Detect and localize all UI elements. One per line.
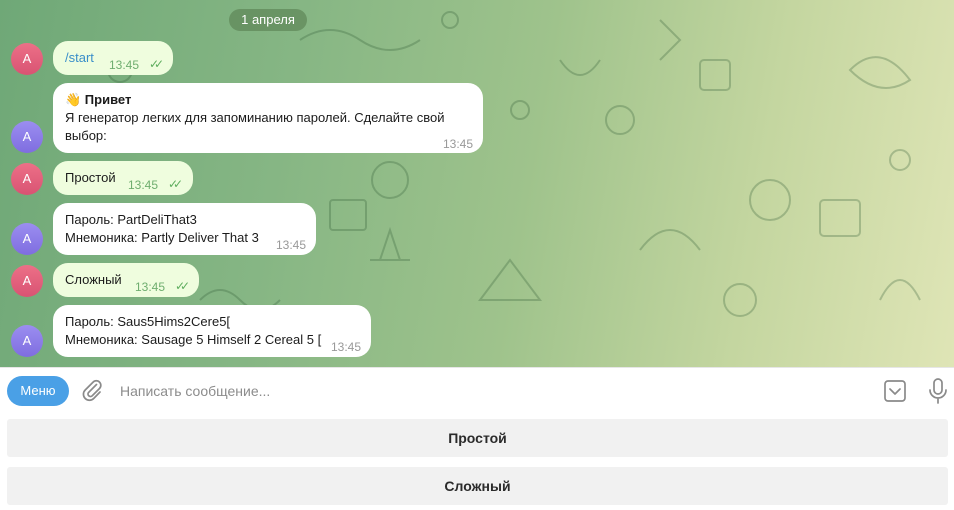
command-link[interactable]: /start: [65, 50, 94, 65]
double-check-icon: ✓✓: [168, 177, 183, 191]
message-bubble-incoming[interactable]: Пароль: Saus5Hims2Cere5[ Мнемоника: Saus…: [53, 305, 371, 357]
message-line: выбор:: [65, 128, 107, 143]
message-composer: Меню: [0, 367, 954, 413]
avatar[interactable]: A: [11, 265, 43, 297]
message-bubble-outgoing[interactable]: Простой 13:45 ✓✓: [53, 161, 193, 195]
bot-keyboard-icon[interactable]: [883, 379, 907, 403]
password-line: Пароль: PartDeliThat3: [65, 212, 197, 227]
message-text: Простой: [65, 170, 116, 185]
message-input[interactable]: [118, 377, 862, 405]
message-bubble-outgoing[interactable]: /start 13:45 ✓✓: [53, 41, 173, 75]
message-bubble-incoming[interactable]: Пароль: PartDeliThat3 Мнемоника: Partly …: [53, 203, 316, 255]
mnemonic-line: Мнемоника: Partly Deliver That 3: [65, 230, 259, 245]
mnemonic-line: Мнемоника: Sausage 5 Himself 2 Cereal 5 …: [65, 332, 322, 347]
keyboard-button-simple[interactable]: Простой: [7, 419, 948, 457]
message-time: 13:45: [109, 58, 140, 72]
message-line: Я генератор легких для запоминанию парол…: [65, 110, 445, 125]
avatar[interactable]: A: [11, 163, 43, 195]
double-check-icon: ✓✓: [149, 57, 164, 71]
password-line: Пароль: Saus5Hims2Cere5[: [65, 314, 231, 329]
microphone-icon[interactable]: [928, 378, 948, 404]
message-bubble-incoming[interactable]: 👋 Привет Я генератор легких для запомина…: [53, 83, 483, 153]
avatar[interactable]: A: [11, 223, 43, 255]
paperclip-icon[interactable]: [80, 378, 104, 402]
avatar[interactable]: A: [11, 325, 43, 357]
message-text: Сложный: [65, 272, 122, 287]
avatar[interactable]: A: [11, 121, 43, 153]
avatar[interactable]: A: [11, 43, 43, 75]
menu-button[interactable]: Меню: [7, 376, 69, 406]
keyboard-button-complex[interactable]: Сложный: [7, 467, 948, 505]
message-time: 13:45: [276, 238, 307, 252]
message-time: 13:45: [331, 340, 362, 354]
message-title: 👋 Привет: [65, 92, 132, 107]
double-check-icon: ✓✓: [175, 279, 190, 293]
message-time: 13:45: [135, 280, 166, 294]
date-separator: 1 апреля: [229, 9, 307, 31]
chat-area: 1 апреля A /start 13:45 ✓✓ A 👋 Привет Я …: [0, 0, 954, 367]
message-time: 13:45: [128, 178, 159, 192]
message-time: 13:45: [443, 137, 474, 151]
message-bubble-outgoing[interactable]: Сложный 13:45 ✓✓: [53, 263, 199, 297]
